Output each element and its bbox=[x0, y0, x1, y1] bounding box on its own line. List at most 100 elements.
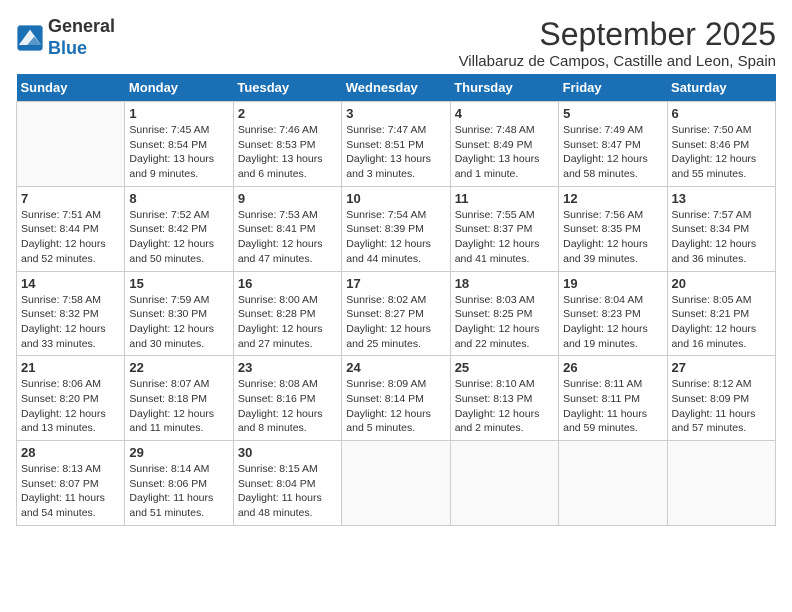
calendar-cell: 21 Sunrise: 8:06 AM Sunset: 8:20 PM Dayli… bbox=[17, 356, 125, 441]
calendar-cell: 6 Sunrise: 7:50 AM Sunset: 8:46 PM Daylig… bbox=[667, 102, 775, 187]
logo-blue: Blue bbox=[48, 38, 87, 58]
day-info: Sunrise: 8:08 AM Sunset: 8:16 PM Dayligh… bbox=[238, 377, 337, 436]
day-info: Sunrise: 7:47 AM Sunset: 8:51 PM Dayligh… bbox=[346, 123, 445, 182]
calendar-cell bbox=[559, 441, 667, 526]
day-info: Sunrise: 8:04 AM Sunset: 8:23 PM Dayligh… bbox=[563, 293, 662, 352]
weekday-header-thursday: Thursday bbox=[450, 74, 558, 102]
calendar-cell: 17 Sunrise: 8:02 AM Sunset: 8:27 PM Dayli… bbox=[342, 271, 450, 356]
week-row-4: 21 Sunrise: 8:06 AM Sunset: 8:20 PM Dayli… bbox=[17, 356, 776, 441]
day-info: Sunrise: 7:54 AM Sunset: 8:39 PM Dayligh… bbox=[346, 208, 445, 267]
weekday-header-wednesday: Wednesday bbox=[342, 74, 450, 102]
calendar-cell: 14Sunrise: 7:58 AM Sunset: 8:32 PM Dayli… bbox=[17, 271, 125, 356]
day-number: 13 bbox=[672, 191, 771, 206]
day-number: 17 bbox=[346, 276, 445, 291]
week-row-5: 28 Sunrise: 8:13 AM Sunset: 8:07 PM Dayli… bbox=[17, 441, 776, 526]
calendar-cell bbox=[450, 441, 558, 526]
day-number: 12 bbox=[563, 191, 662, 206]
weekday-header-monday: Monday bbox=[125, 74, 233, 102]
day-number: 1 bbox=[129, 106, 228, 121]
title-block: September 2025 Villabaruz de Campos, Cas… bbox=[459, 16, 776, 70]
calendar-cell: 18Sunrise: 8:03 AM Sunset: 8:25 PM Dayli… bbox=[450, 271, 558, 356]
calendar-cell: 16Sunrise: 8:00 AM Sunset: 8:28 PM Dayli… bbox=[233, 271, 341, 356]
page-header: General Blue September 2025 Villabaruz d… bbox=[16, 16, 776, 70]
page-subtitle: Villabaruz de Campos, Castille and Leon,… bbox=[459, 53, 776, 70]
calendar-cell: 5Sunrise: 7:49 AM Sunset: 8:47 PM Daylig… bbox=[559, 102, 667, 187]
day-number: 30 bbox=[238, 445, 337, 460]
day-number: 27 bbox=[672, 360, 771, 375]
day-info: Sunrise: 7:57 AM Sunset: 8:34 PM Dayligh… bbox=[672, 208, 771, 267]
day-number: 8 bbox=[129, 191, 228, 206]
logo-general: General bbox=[48, 16, 115, 36]
day-number: 24 bbox=[346, 360, 445, 375]
page-title: September 2025 bbox=[459, 16, 776, 53]
weekday-header-sunday: Sunday bbox=[17, 74, 125, 102]
calendar-cell: 8 Sunrise: 7:52 AM Sunset: 8:42 PM Daylig… bbox=[125, 186, 233, 271]
day-info: Sunrise: 8:07 AM Sunset: 8:18 PM Dayligh… bbox=[129, 377, 228, 436]
day-number: 22 bbox=[129, 360, 228, 375]
week-row-1: 1 Sunrise: 7:45 AM Sunset: 8:54 PM Daylig… bbox=[17, 102, 776, 187]
day-info: Sunrise: 7:56 AM Sunset: 8:35 PM Dayligh… bbox=[563, 208, 662, 267]
calendar-cell: 29 Sunrise: 8:14 AM Sunset: 8:06 PM Dayli… bbox=[125, 441, 233, 526]
calendar-cell: 7 Sunrise: 7:51 AM Sunset: 8:44 PM Daylig… bbox=[17, 186, 125, 271]
day-info: Sunrise: 8:03 AM Sunset: 8:25 PM Dayligh… bbox=[455, 293, 554, 352]
day-info: Sunrise: 8:05 AM Sunset: 8:21 PM Dayligh… bbox=[672, 293, 771, 352]
logo-text: General Blue bbox=[48, 16, 115, 59]
calendar-cell: 20 Sunrise: 8:05 AM Sunset: 8:21 PM Dayli… bbox=[667, 271, 775, 356]
day-info: Sunrise: 8:06 AM Sunset: 8:20 PM Dayligh… bbox=[21, 377, 120, 436]
day-number: 19 bbox=[563, 276, 662, 291]
day-info: Sunrise: 8:15 AM Sunset: 8:04 PM Dayligh… bbox=[238, 462, 337, 521]
calendar-cell: 22 Sunrise: 8:07 AM Sunset: 8:18 PM Dayli… bbox=[125, 356, 233, 441]
day-info: Sunrise: 7:48 AM Sunset: 8:49 PM Dayligh… bbox=[455, 123, 554, 182]
day-number: 6 bbox=[672, 106, 771, 121]
day-number: 29 bbox=[129, 445, 228, 460]
day-number: 23 bbox=[238, 360, 337, 375]
day-number: 21 bbox=[21, 360, 120, 375]
calendar-cell: 25 Sunrise: 8:10 AM Sunset: 8:13 PM Dayli… bbox=[450, 356, 558, 441]
calendar-cell: 3 Sunrise: 7:47 AM Sunset: 8:51 PM Daylig… bbox=[342, 102, 450, 187]
day-number: 7 bbox=[21, 191, 120, 206]
calendar-cell: 2Sunrise: 7:46 AM Sunset: 8:53 PM Daylig… bbox=[233, 102, 341, 187]
calendar-cell: 10 Sunrise: 7:54 AM Sunset: 8:39 PM Dayli… bbox=[342, 186, 450, 271]
day-info: Sunrise: 8:13 AM Sunset: 8:07 PM Dayligh… bbox=[21, 462, 120, 521]
logo: General Blue bbox=[16, 16, 115, 59]
weekday-header-saturday: Saturday bbox=[667, 74, 775, 102]
day-number: 14 bbox=[21, 276, 120, 291]
calendar-table: SundayMondayTuesdayWednesdayThursdayFrid… bbox=[16, 74, 776, 526]
calendar-cell: 9 Sunrise: 7:53 AM Sunset: 8:41 PM Daylig… bbox=[233, 186, 341, 271]
day-info: Sunrise: 8:02 AM Sunset: 8:27 PM Dayligh… bbox=[346, 293, 445, 352]
day-info: Sunrise: 7:59 AM Sunset: 8:30 PM Dayligh… bbox=[129, 293, 228, 352]
day-info: Sunrise: 8:09 AM Sunset: 8:14 PM Dayligh… bbox=[346, 377, 445, 436]
calendar-cell: 24 Sunrise: 8:09 AM Sunset: 8:14 PM Dayli… bbox=[342, 356, 450, 441]
day-number: 26 bbox=[563, 360, 662, 375]
day-number: 3 bbox=[346, 106, 445, 121]
weekday-header-friday: Friday bbox=[559, 74, 667, 102]
calendar-cell: 13 Sunrise: 7:57 AM Sunset: 8:34 PM Dayli… bbox=[667, 186, 775, 271]
day-info: Sunrise: 7:53 AM Sunset: 8:41 PM Dayligh… bbox=[238, 208, 337, 267]
calendar-cell bbox=[342, 441, 450, 526]
day-info: Sunrise: 7:45 AM Sunset: 8:54 PM Dayligh… bbox=[129, 123, 228, 182]
logo-icon bbox=[16, 24, 44, 52]
calendar-cell: 27Sunrise: 8:12 AM Sunset: 8:09 PM Dayli… bbox=[667, 356, 775, 441]
calendar-cell: 28 Sunrise: 8:13 AM Sunset: 8:07 PM Dayli… bbox=[17, 441, 125, 526]
day-number: 9 bbox=[238, 191, 337, 206]
day-number: 28 bbox=[21, 445, 120, 460]
calendar-cell bbox=[667, 441, 775, 526]
day-info: Sunrise: 7:50 AM Sunset: 8:46 PM Dayligh… bbox=[672, 123, 771, 182]
day-info: Sunrise: 8:00 AM Sunset: 8:28 PM Dayligh… bbox=[238, 293, 337, 352]
day-number: 10 bbox=[346, 191, 445, 206]
day-info: Sunrise: 8:10 AM Sunset: 8:13 PM Dayligh… bbox=[455, 377, 554, 436]
day-number: 25 bbox=[455, 360, 554, 375]
week-row-2: 7 Sunrise: 7:51 AM Sunset: 8:44 PM Daylig… bbox=[17, 186, 776, 271]
day-number: 5 bbox=[563, 106, 662, 121]
day-info: Sunrise: 7:51 AM Sunset: 8:44 PM Dayligh… bbox=[21, 208, 120, 267]
day-number: 11 bbox=[455, 191, 554, 206]
calendar-cell: 23 Sunrise: 8:08 AM Sunset: 8:16 PM Dayli… bbox=[233, 356, 341, 441]
calendar-cell: 15 Sunrise: 7:59 AM Sunset: 8:30 PM Dayli… bbox=[125, 271, 233, 356]
day-info: Sunrise: 8:14 AM Sunset: 8:06 PM Dayligh… bbox=[129, 462, 228, 521]
weekday-header-row: SundayMondayTuesdayWednesdayThursdayFrid… bbox=[17, 74, 776, 102]
day-number: 2 bbox=[238, 106, 337, 121]
day-number: 15 bbox=[129, 276, 228, 291]
day-info: Sunrise: 7:52 AM Sunset: 8:42 PM Dayligh… bbox=[129, 208, 228, 267]
day-number: 4 bbox=[455, 106, 554, 121]
day-number: 20 bbox=[672, 276, 771, 291]
